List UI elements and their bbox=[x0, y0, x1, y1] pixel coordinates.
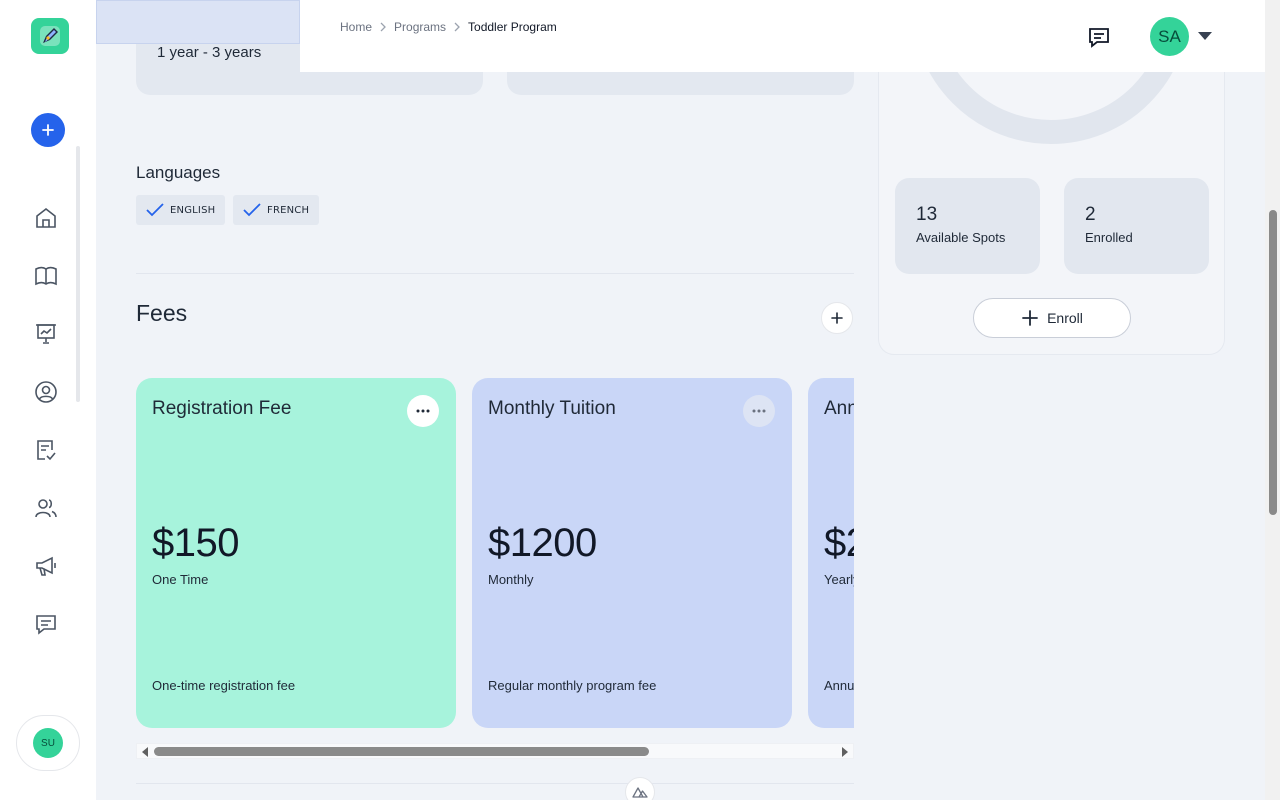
enroll-button-label: Enroll bbox=[1047, 310, 1083, 326]
enrolled-label: Enrolled bbox=[1085, 230, 1133, 245]
chevron-right-icon bbox=[380, 22, 386, 32]
sidebar-item-people[interactable] bbox=[32, 494, 60, 522]
user-avatar: SU bbox=[33, 728, 63, 758]
enroll-button[interactable]: Enroll bbox=[973, 298, 1131, 338]
fee-name: Registration Fee bbox=[152, 398, 292, 419]
devtools-button[interactable] bbox=[625, 777, 655, 800]
fee-frequency: One Time bbox=[152, 572, 209, 587]
home-icon bbox=[36, 207, 56, 228]
section-divider bbox=[136, 273, 854, 274]
current-user-button[interactable]: SU bbox=[16, 715, 80, 771]
nuxt-logo-icon bbox=[632, 787, 648, 798]
breadcrumb-home[interactable]: Home bbox=[340, 20, 372, 34]
age-range-value: 1 year - 3 years bbox=[157, 44, 262, 61]
scroll-left-arrow-icon[interactable] bbox=[142, 747, 148, 757]
fee-name: Annual Fee bbox=[824, 398, 854, 419]
sidebar-item-home[interactable] bbox=[32, 204, 60, 232]
fee-amount: $2 bbox=[824, 521, 854, 565]
message-icon bbox=[36, 615, 56, 635]
fee-card-annual: Annual Fee $2 Yearly Annual fee bbox=[808, 378, 854, 728]
plus-icon bbox=[42, 124, 54, 136]
sidebar-item-programs[interactable] bbox=[32, 262, 60, 290]
fee-amount: $150 bbox=[152, 521, 239, 565]
profile-menu-caret-icon[interactable] bbox=[1198, 32, 1212, 40]
sidebar: SU bbox=[0, 0, 96, 800]
breadcrumb: Home Programs Toddler Program bbox=[340, 20, 557, 34]
sidebar-item-tasks[interactable] bbox=[32, 436, 60, 464]
fee-description: Regular monthly program fee bbox=[488, 678, 657, 693]
header-overlay-tab bbox=[96, 0, 300, 44]
fee-card-registration: Registration Fee $150 One Time One-time … bbox=[136, 378, 456, 728]
top-header: Home Programs Toddler Program SA bbox=[300, 0, 1265, 72]
scrollbar-thumb[interactable] bbox=[154, 747, 649, 756]
sidebar-item-profile[interactable] bbox=[32, 378, 60, 406]
language-chip-french: FRENCH bbox=[233, 195, 320, 225]
languages-heading: Languages bbox=[136, 163, 221, 182]
messages-button[interactable] bbox=[1086, 24, 1112, 50]
plus-icon bbox=[831, 312, 843, 324]
sidebar-item-messages[interactable] bbox=[32, 610, 60, 638]
scrollbar-thumb[interactable] bbox=[1269, 210, 1277, 515]
fees-horizontal-scrollbar[interactable] bbox=[136, 743, 854, 759]
sidebar-item-announcements[interactable] bbox=[32, 552, 60, 580]
chevron-right-icon bbox=[454, 22, 460, 32]
check-icon bbox=[146, 203, 164, 217]
create-button[interactable] bbox=[31, 113, 65, 147]
enrolled-value: 2 bbox=[1085, 204, 1096, 225]
fee-name: Monthly Tuition bbox=[488, 398, 616, 419]
available-spots-label: Available Spots bbox=[916, 230, 1006, 245]
megaphone-icon bbox=[36, 556, 56, 576]
check-icon bbox=[243, 203, 261, 217]
language-chip-english: ENGLISH bbox=[136, 195, 226, 225]
scroll-right-arrow-icon[interactable] bbox=[842, 747, 848, 757]
fees-heading: Fees bbox=[136, 300, 188, 326]
profile-avatar[interactable]: SA bbox=[1150, 17, 1189, 56]
checklist-icon bbox=[37, 440, 56, 461]
language-label: FRENCH bbox=[267, 204, 310, 216]
language-label: ENGLISH bbox=[170, 204, 216, 216]
breadcrumb-programs[interactable]: Programs bbox=[394, 20, 446, 34]
presentation-icon bbox=[36, 324, 56, 344]
book-icon bbox=[35, 266, 57, 286]
breadcrumb-current: Toddler Program bbox=[468, 20, 557, 34]
chat-icon bbox=[1089, 28, 1109, 48]
available-spots-value: 13 bbox=[916, 204, 938, 225]
sidebar-item-reports[interactable] bbox=[32, 320, 60, 348]
plus-icon bbox=[1022, 310, 1038, 326]
fee-amount: $1200 bbox=[488, 521, 597, 565]
more-dots-icon bbox=[752, 409, 766, 413]
fee-description: Annual fee bbox=[824, 678, 854, 693]
fee-frequency: Yearly bbox=[824, 572, 854, 587]
fee-description: One-time registration fee bbox=[152, 678, 296, 693]
sidebar-scrollbar[interactable] bbox=[76, 146, 80, 402]
pencil-logo-icon bbox=[40, 26, 60, 46]
available-spots-card: 13 Available Spots bbox=[895, 178, 1040, 274]
add-fee-button[interactable] bbox=[821, 302, 853, 334]
users-icon bbox=[35, 499, 57, 518]
section-divider bbox=[136, 783, 854, 784]
fee-card-monthly-tuition: Monthly Tuition $1200 Monthly Regular mo… bbox=[472, 378, 792, 728]
fee-options-button[interactable] bbox=[743, 395, 775, 427]
enrolled-card: 2 Enrolled bbox=[1064, 178, 1209, 274]
fee-frequency: Monthly bbox=[488, 572, 534, 587]
user-circle-icon bbox=[35, 381, 57, 403]
app-logo[interactable] bbox=[31, 18, 69, 54]
page-vertical-scrollbar[interactable] bbox=[1265, 0, 1280, 800]
more-dots-icon bbox=[416, 409, 430, 413]
fee-options-button[interactable] bbox=[407, 395, 439, 427]
fees-carousel[interactable]: Registration Fee $150 One Time One-time … bbox=[136, 378, 854, 728]
